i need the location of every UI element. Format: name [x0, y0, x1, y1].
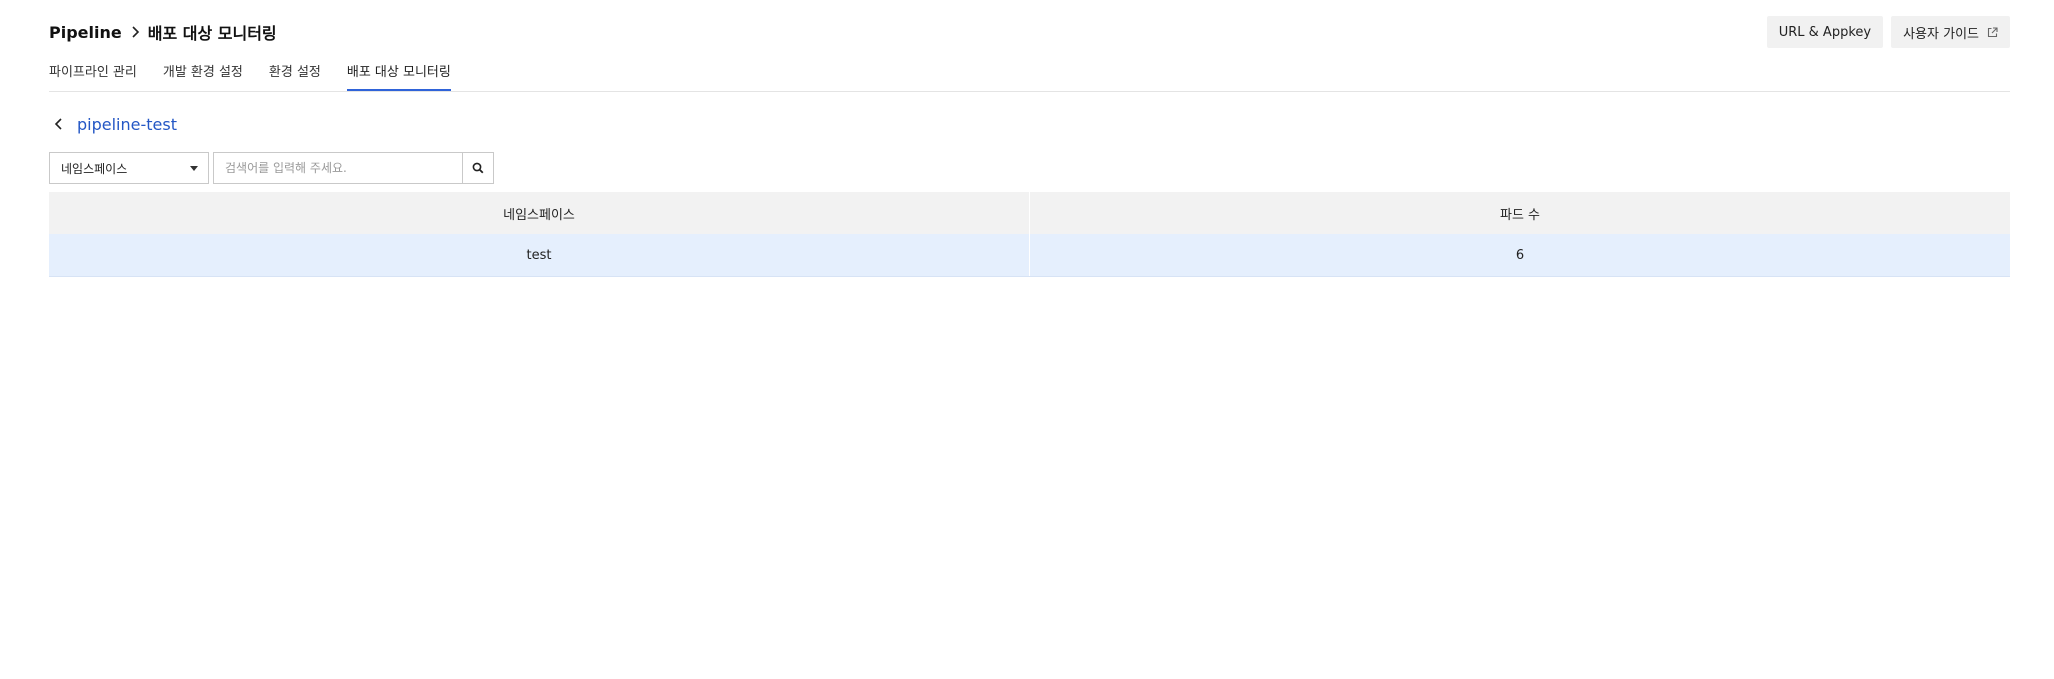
breadcrumb: Pipeline 배포 대상 모니터링	[49, 18, 277, 46]
breadcrumb-root[interactable]: Pipeline	[49, 23, 122, 42]
search-category-value: 네임스페이스	[61, 161, 128, 176]
chevron-left-icon	[54, 118, 62, 130]
tab-pipeline-management[interactable]: 파이프라인 관리	[49, 56, 137, 84]
tab-dev-environment-settings[interactable]: 개발 환경 설정	[163, 56, 243, 84]
user-guide-button[interactable]: 사용자 가이드	[1891, 16, 2010, 48]
chevron-right-icon	[122, 22, 148, 42]
header-actions: URL & Appkey 사용자 가이드	[1766, 16, 2010, 48]
pipeline-name: pipeline-test	[77, 114, 177, 134]
tab-bar: 파이프라인 관리 개발 환경 설정 환경 설정 배포 대상 모니터링	[49, 56, 2010, 92]
cell-pod-count: 6	[1029, 234, 2010, 277]
url-appkey-button[interactable]: URL & Appkey	[1766, 16, 1884, 48]
search-button[interactable]	[462, 152, 494, 184]
breadcrumb-current: 배포 대상 모니터링	[147, 24, 277, 43]
namespace-table: 네임스페이스 파드 수 test 6	[49, 192, 2010, 277]
user-guide-label: 사용자 가이드	[1903, 26, 1979, 42]
cell-namespace: test	[49, 234, 1030, 277]
column-header-namespace[interactable]: 네임스페이스	[49, 192, 1030, 234]
search-icon	[472, 162, 484, 174]
external-link-icon	[1987, 26, 1998, 38]
caret-down-icon	[190, 165, 198, 171]
back-button[interactable]	[49, 114, 69, 134]
table-row[interactable]: test 6	[49, 234, 2010, 277]
subtitle: pipeline-test	[49, 112, 177, 136]
column-header-pod-count[interactable]: 파드 수	[1029, 192, 2010, 234]
search-category-select[interactable]: 네임스페이스	[49, 152, 209, 184]
tab-deployment-monitoring[interactable]: 배포 대상 모니터링	[346, 56, 451, 91]
search-bar: 네임스페이스	[49, 152, 494, 184]
table-header-row: 네임스페이스 파드 수	[49, 192, 2010, 234]
search-input[interactable]	[213, 152, 462, 184]
url-appkey-label: URL & Appkey	[1778, 24, 1872, 40]
tab-environment-settings[interactable]: 환경 설정	[269, 56, 321, 84]
